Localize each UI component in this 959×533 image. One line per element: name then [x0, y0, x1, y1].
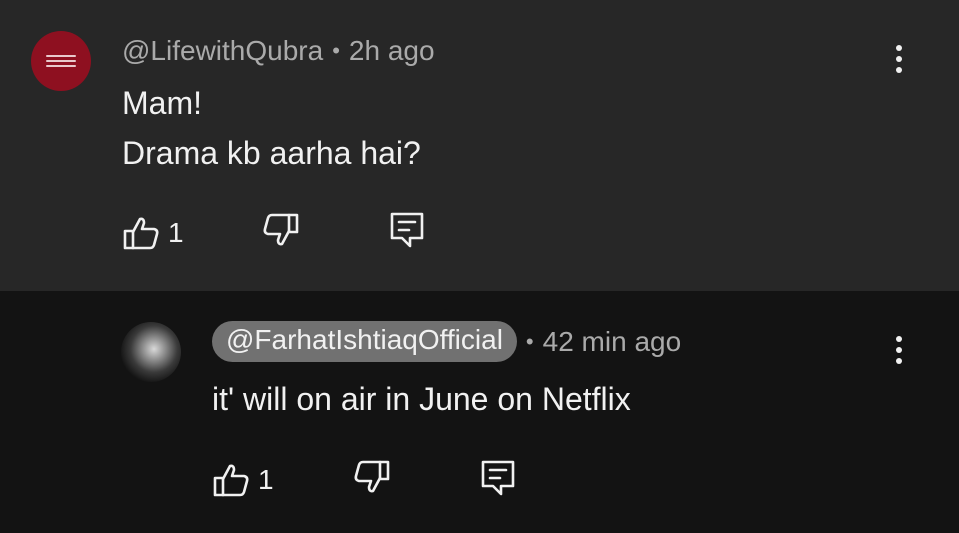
- reply-text: it' will on air in June on Netflix: [212, 381, 631, 417]
- comment-text-line-1: Mam!: [122, 85, 202, 121]
- comment-card: @LifewithQubra • 2h ago Mam! Drama kb aa…: [0, 0, 959, 291]
- dislike-button[interactable]: [262, 212, 300, 248]
- more-vert-icon: [896, 336, 902, 342]
- creator-handle-badge[interactable]: @FarhatIshtiaqOfficial: [212, 321, 517, 362]
- comment-menu-button[interactable]: [889, 45, 909, 73]
- like-icon: [212, 462, 250, 498]
- reply-icon: [480, 459, 516, 497]
- comment-timestamp: 2h ago: [348, 35, 435, 66]
- separator-dot: •: [525, 328, 534, 354]
- reply-card: @FarhatIshtiaqOfficial • 42 min ago it' …: [0, 291, 959, 533]
- reply-reply-button[interactable]: [480, 459, 516, 497]
- more-vert-icon: [896, 45, 902, 51]
- comment-author-handle[interactable]: @LifewithQubra: [122, 35, 323, 67]
- reply-dislike-button[interactable]: [353, 459, 391, 495]
- reply-like-count: 1: [258, 464, 274, 495]
- like-icon: [122, 215, 160, 251]
- dislike-icon: [353, 459, 391, 495]
- dislike-icon: [262, 212, 300, 248]
- comment-header: @LifewithQubra • 2h ago: [122, 35, 435, 67]
- avatar[interactable]: [31, 31, 91, 91]
- like-count: 1: [168, 217, 184, 248]
- reply-button[interactable]: [389, 211, 425, 249]
- comment-text-line-2: Drama kb aarha hai?: [122, 135, 421, 171]
- reply-header: @FarhatIshtiaqOfficial • 42 min ago: [212, 321, 681, 362]
- reply-icon: [389, 211, 425, 249]
- reply-timestamp: 42 min ago: [542, 325, 682, 357]
- comments-screen: @LifewithQubra • 2h ago Mam! Drama kb aa…: [0, 0, 959, 533]
- like-button[interactable]: 1: [122, 215, 184, 251]
- reply-menu-button[interactable]: [889, 336, 909, 364]
- channel-logo: [46, 55, 76, 67]
- separator-dot: •: [332, 38, 340, 63]
- reply-avatar[interactable]: [121, 322, 181, 382]
- reply-like-button[interactable]: 1: [212, 462, 274, 498]
